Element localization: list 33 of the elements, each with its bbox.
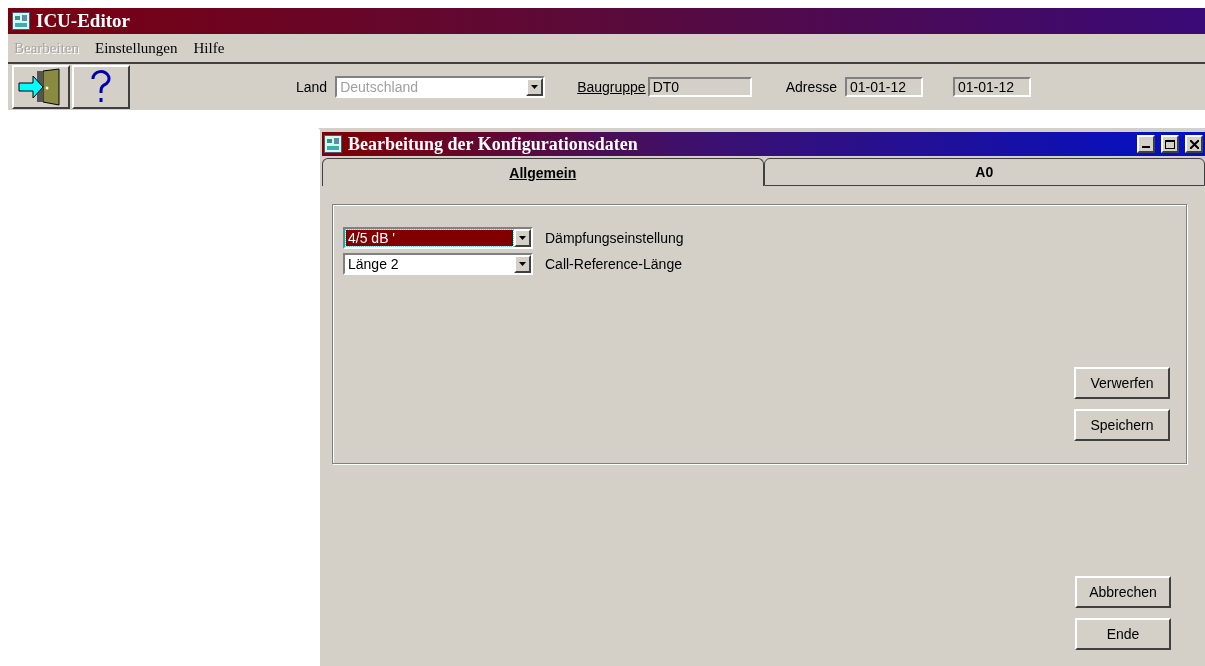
- setting-dropdown[interactable]: Länge 2: [343, 253, 533, 275]
- tab[interactable]: A0: [763, 158, 1205, 186]
- help-button[interactable]: [72, 65, 130, 109]
- panel-button[interactable]: Speichern: [1074, 409, 1170, 441]
- menu-item[interactable]: Einstellungen: [94, 39, 178, 57]
- app-icon: [12, 12, 30, 30]
- dialog-button[interactable]: Abbrechen: [1075, 576, 1171, 608]
- exit-button[interactable]: [12, 65, 70, 109]
- caret-icon: [519, 262, 526, 266]
- panel-button[interactable]: Verwerfen: [1074, 367, 1170, 399]
- baugruppe-label: Baugruppe: [577, 79, 646, 95]
- address-field[interactable]: 01-01-12: [845, 77, 924, 97]
- baugruppe-field[interactable]: DT0: [647, 77, 752, 97]
- maximize-icon: [1165, 139, 1175, 149]
- close-button[interactable]: [1185, 135, 1203, 153]
- adresse-label: Adresse: [785, 79, 838, 95]
- setting-label: Call-Reference-Länge: [545, 256, 682, 272]
- setting-label: Dämpfungseinstellung: [545, 230, 684, 246]
- tab[interactable]: Allgemein: [322, 158, 764, 186]
- address-field[interactable]: 01-01-12: [953, 77, 1032, 97]
- caret-icon: [531, 85, 539, 89]
- dialog-button[interactable]: Ende: [1075, 618, 1171, 650]
- caret-icon: [519, 236, 526, 240]
- land-label: Land: [296, 79, 328, 95]
- menu-item[interactable]: Hilfe: [193, 39, 225, 57]
- window-title: ICU-Editor: [36, 10, 130, 32]
- app-icon: [324, 135, 342, 153]
- question-mark-icon: [90, 70, 112, 104]
- close-icon: [1189, 139, 1199, 149]
- dialog-title: Bearbeitung der Konfigurationsdaten: [348, 133, 639, 155]
- maximize-button[interactable]: [1161, 135, 1179, 153]
- minimize-button[interactable]: [1137, 135, 1155, 153]
- setting-dropdown[interactable]: 4/5 dB ': [343, 227, 533, 249]
